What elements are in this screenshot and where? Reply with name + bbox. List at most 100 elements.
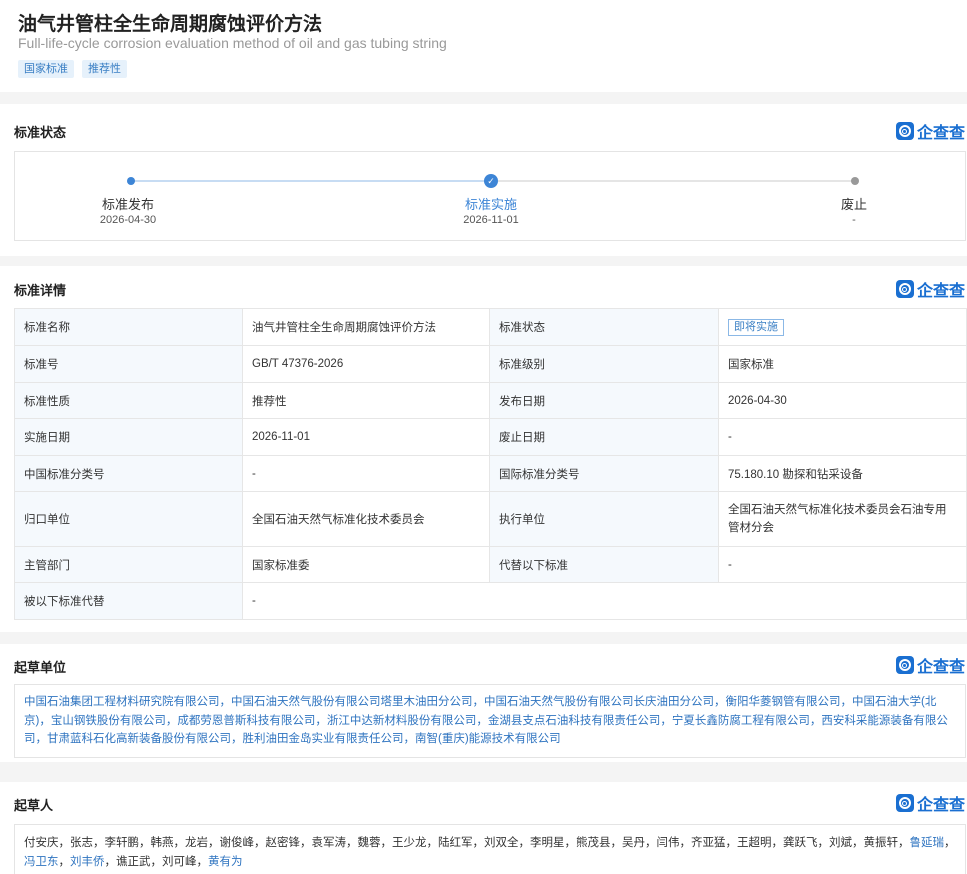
drafter-name: 韩燕 xyxy=(150,837,174,849)
tag-national-standard[interactable]: 国家标准 xyxy=(18,60,74,78)
table-key: 代替以下标准 xyxy=(489,546,719,583)
table-value: 75.180.10 勘探和钻采设备 xyxy=(718,455,967,492)
drafter-name: 王少龙 xyxy=(392,837,427,849)
drafter-name: 谢俊峰 xyxy=(219,837,255,849)
page-title: 油气井管柱全生命周期腐蚀评价方法 xyxy=(18,14,323,35)
step-publish-label: 标准发布 xyxy=(101,197,155,212)
step-abolish-dot xyxy=(851,177,859,185)
drafter-name: 黄振轩 xyxy=(863,837,899,849)
timeline-pending-line xyxy=(491,180,855,182)
step-implement-label: 标准实施 xyxy=(464,197,518,212)
step-implement-date: 2026-11-01 xyxy=(463,214,519,226)
table-value: 全国石油天然气标准化技术委员会石油专用管材分会 xyxy=(718,491,967,547)
drafter-link[interactable]: 黄有为 xyxy=(208,856,243,868)
detail-section: 标准详情 企查查 标准名称 油气井管柱全生命周期腐蚀评价方法 标准状态 即将实施… xyxy=(0,266,967,632)
table-key: 实施日期 xyxy=(14,418,243,456)
drafting-unit-link[interactable]: 衡阳华菱钢管有限公司 xyxy=(726,696,841,708)
table-key: 标准号 xyxy=(14,345,243,383)
step-publish-date: 2026-04-30 xyxy=(99,214,157,226)
drafter-name: 付安庆 xyxy=(24,837,59,849)
step-implement-check-icon: ✓ xyxy=(484,174,498,188)
drafting-unit-link[interactable]: 甘肃蓝科石化高新装备股份有限公司 xyxy=(47,733,231,745)
table-row: 被以下标准代替 - xyxy=(14,582,967,620)
table-row: 主管部门 国家标准委 代替以下标准 - xyxy=(14,546,967,583)
drafter-name: 熊茂县 xyxy=(576,837,611,849)
table-key: 中国标准分类号 xyxy=(14,455,243,492)
table-key: 归口单位 xyxy=(14,491,243,547)
drafter-name: 王超明 xyxy=(737,837,772,849)
drafter-name: 李明星 xyxy=(530,837,565,849)
drafter-name: 谯正武 xyxy=(116,855,151,868)
table-value: - xyxy=(242,455,490,492)
drafter-name: 闫伟 xyxy=(656,837,680,849)
qcc-brand-text: 企查查 xyxy=(916,659,965,676)
qcc-brand-text: 企查查 xyxy=(916,283,965,300)
drafter-name: 龙岩 xyxy=(185,837,208,849)
table-row: 归口单位 全国石油天然气标准化技术委员会 执行单位 全国石油天然气标准化技术委员… xyxy=(14,491,967,547)
drafter-name: 刘斌 xyxy=(829,837,852,849)
drafters-list: 付安庆，张志，李轩鹏，韩燕，龙岩，谢俊峰，赵密锋，袁军涛，魏蓉，王少龙，陆红军，… xyxy=(14,824,966,874)
drafter-name: 李轩鹏 xyxy=(104,837,140,849)
drafting-unit-link[interactable]: 胜利油田金岛实业有限责任公司 xyxy=(243,733,404,745)
drafters-section: 起草人 企查查 付安庆，张志，李轩鹏，韩燕，龙岩，谢俊峰，赵密锋，袁军涛，魏蓉，… xyxy=(0,782,967,874)
table-value: 全国石油天然气标准化技术委员会 xyxy=(242,491,490,547)
table-row: 标准号 GB/T 47376-2026 标准级别 国家标准 xyxy=(14,345,967,383)
drafter-name: 龚跃飞 xyxy=(783,837,818,849)
drafter-link[interactable]: 鲁延瑞 xyxy=(910,837,945,849)
drafting-units-list: 中国石油集团工程材料研究院有限公司，中国石油天然气股份有限公司塔里木油田分公司，… xyxy=(14,684,966,758)
drafting-unit-link[interactable]: 南智(重庆)能源技术有限公司 xyxy=(415,733,561,745)
table-value: GB/T 47376-2026 xyxy=(242,345,490,383)
table-key: 发布日期 xyxy=(489,382,719,419)
drafting-unit-link[interactable]: 中国石油天然气股份有限公司长庆油田分公司 xyxy=(484,696,714,708)
people-section-title: 起草人 xyxy=(14,798,54,813)
drafting-unit-link[interactable]: 宁夏长鑫防腐工程有限公司 xyxy=(672,715,810,727)
standard-header: 油气井管柱全生命周期腐蚀评价方法 Full-life-cycle corrosi… xyxy=(0,0,967,92)
qcc-logo-icon xyxy=(895,794,914,812)
table-value: - xyxy=(242,582,967,620)
qcc-logo-icon xyxy=(895,656,914,674)
qcc-logo-icon xyxy=(895,122,914,140)
drafter-name: 吴丹 xyxy=(622,837,645,849)
drafting-unit-link[interactable]: 金湖县支点石油科技有限责任公司 xyxy=(488,715,661,727)
drafting-unit-link[interactable]: 成都劳恩普斯科技有限公司 xyxy=(177,715,315,727)
status-section-title: 标准状态 xyxy=(14,125,67,140)
table-row: 标准性质 推荐性 发布日期 2026-04-30 xyxy=(14,382,967,419)
drafter-link[interactable]: 刘丰侨 xyxy=(70,856,105,868)
table-key: 执行单位 xyxy=(489,491,719,547)
table-value: 国家标准委 xyxy=(242,546,490,583)
table-key: 国际标准分类号 xyxy=(489,455,719,492)
table-value: 国家标准 xyxy=(718,345,967,383)
table-key: 主管部门 xyxy=(14,546,243,583)
tag-list: 国家标准 推荐性 xyxy=(18,60,127,78)
drafter-name: 赵密锋 xyxy=(265,837,301,849)
table-value: - xyxy=(718,546,967,583)
table-key: 标准性质 xyxy=(14,382,243,419)
tag-recommended[interactable]: 推荐性 xyxy=(82,60,127,78)
timeline-progress-line xyxy=(131,180,491,182)
drafting-unit-link[interactable]: 宝山钢铁股份有限公司 xyxy=(51,715,166,727)
drafting-unit-link[interactable]: 中国石油天然气股份有限公司塔里木油田分公司 xyxy=(231,696,473,708)
table-value: 2026-04-30 xyxy=(718,382,967,419)
table-key: 被以下标准代替 xyxy=(14,582,243,620)
qcc-brand[interactable]: 企查查 xyxy=(895,791,965,815)
qcc-brand[interactable]: 企查查 xyxy=(895,277,965,301)
detail-table: 标准名称 油气井管柱全生命周期腐蚀评价方法 标准状态 即将实施 标准号 GB/T… xyxy=(14,308,967,620)
step-publish-dot xyxy=(127,177,135,185)
drafter-name: 齐亚猛 xyxy=(691,837,726,849)
table-key: 标准级别 xyxy=(489,345,719,383)
step-abolish-label: 废止 xyxy=(840,197,868,212)
drafting-unit-link[interactable]: 浙江中达新材料股份有限公司 xyxy=(327,715,477,727)
drafter-name: 张志 xyxy=(70,837,93,849)
qcc-brand[interactable]: 企查查 xyxy=(895,119,965,143)
qcc-logo-icon xyxy=(895,280,914,298)
drafter-name: 魏蓉 xyxy=(357,837,381,849)
table-key: 标准名称 xyxy=(14,308,243,346)
table-value: 油气井管柱全生命周期腐蚀评价方法 xyxy=(242,308,490,346)
table-key: 废止日期 xyxy=(489,418,719,456)
drafting-unit-link[interactable]: 中国石油集团工程材料研究院有限公司 xyxy=(24,696,220,708)
table-value: - xyxy=(718,418,967,456)
detail-section-title: 标准详情 xyxy=(14,283,67,298)
units-section-title: 起草单位 xyxy=(14,660,67,675)
qcc-brand[interactable]: 企查查 xyxy=(895,653,965,677)
drafter-link[interactable]: 冯卫东 xyxy=(24,856,59,868)
